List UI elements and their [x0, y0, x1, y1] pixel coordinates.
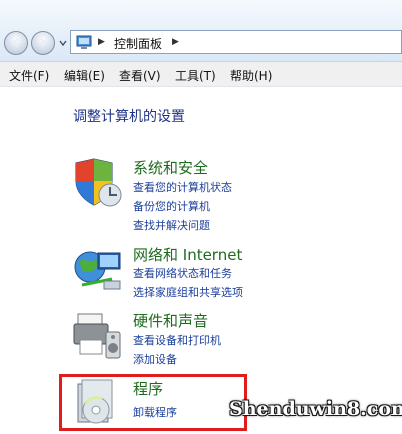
link-troubleshoot[interactable]: 查找并解决问题: [133, 217, 210, 233]
shield-icon: [75, 158, 122, 207]
category-system-security[interactable]: 系统和安全: [133, 157, 208, 178]
menu-file[interactable]: 文件(F): [9, 67, 49, 84]
category-network-internet[interactable]: 网络和 Internet: [133, 244, 242, 265]
network-globe-icon: [74, 251, 121, 290]
link-homegroup-sharing[interactable]: 选择家庭组和共享选项: [133, 284, 243, 300]
menu-bar: 文件(F) 编辑(E) 查看(V) 工具(T) 帮助(H): [0, 62, 402, 87]
breadcrumb-separator-icon[interactable]: ▶: [98, 37, 105, 47]
breadcrumb-control-panel[interactable]: 控制面板: [114, 35, 162, 52]
watermark-text: Shenduwin8.com: [229, 398, 402, 420]
back-button[interactable]: [4, 31, 28, 55]
forward-button[interactable]: [31, 31, 55, 55]
link-backup-computer[interactable]: 备份您的计算机: [133, 198, 210, 214]
menu-view[interactable]: 查看(V): [119, 67, 161, 84]
arrow-left-icon: [11, 38, 19, 48]
printer-speaker-icon: [73, 313, 121, 359]
page-title: 调整计算机的设置: [73, 109, 185, 125]
control-panel-icon: [76, 35, 92, 49]
breadcrumb-separator-icon[interactable]: ▶: [172, 37, 179, 47]
highlight-box: [59, 374, 247, 431]
navigation-bar: ▶ 控制面板 ▶: [0, 0, 402, 62]
arrow-right-icon: [40, 38, 48, 48]
link-devices-printers[interactable]: 查看设备和打印机: [133, 332, 221, 348]
link-network-status[interactable]: 查看网络状态和任务: [133, 265, 232, 281]
menu-help[interactable]: 帮助(H): [230, 67, 272, 84]
link-view-computer-status[interactable]: 查看您的计算机状态: [133, 179, 232, 195]
address-bar[interactable]: ▶ 控制面板 ▶: [70, 30, 402, 54]
recent-pages-dropdown-icon[interactable]: [59, 39, 67, 47]
menu-tools[interactable]: 工具(T): [175, 67, 216, 84]
menu-edit[interactable]: 编辑(E): [64, 67, 105, 84]
category-hardware-sound[interactable]: 硬件和声音: [133, 310, 208, 331]
link-add-device[interactable]: 添加设备: [133, 351, 177, 367]
